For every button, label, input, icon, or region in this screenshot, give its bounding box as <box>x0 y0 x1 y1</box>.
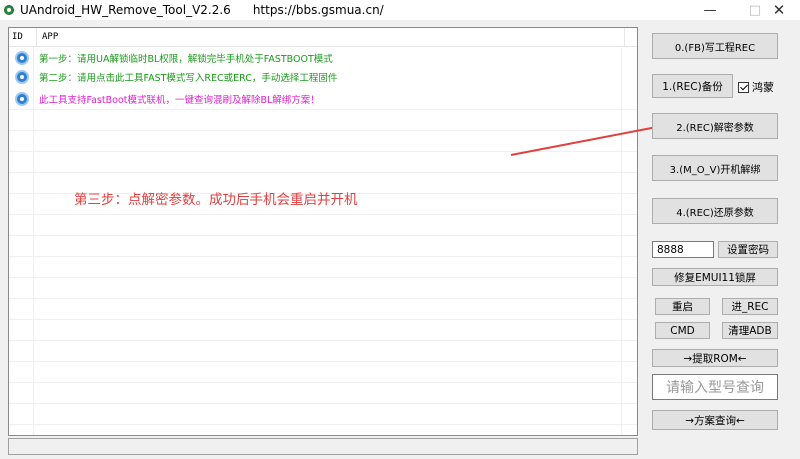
rec-backup-button[interactable]: 1.(REC)备份 <box>652 74 733 98</box>
window-title: UAndroid_HW_Remove_Tool_V2.2.6 <box>20 3 231 17</box>
cmd-button[interactable]: CMD <box>655 322 710 339</box>
status-bar <box>8 438 638 455</box>
list-item[interactable]: 第一步：请用UA解锁临时BL权限，解锁完毕手机处于FASTBOOT模式 <box>9 48 637 67</box>
row-divider <box>9 214 637 215</box>
row-divider <box>9 298 637 299</box>
radio-circle-icon <box>15 91 29 106</box>
list-item[interactable]: 第二步：请用点击此工具FAST模式写入REC或ERC，手动选择工程固件 <box>9 67 637 86</box>
close-button[interactable]: ✕ <box>757 0 800 20</box>
radio-circle-icon <box>15 69 29 84</box>
fix-emui11-button[interactable]: 修复EMUI11锁屏 <box>652 268 778 286</box>
instruction-annotation: 第三步：点解密参数。成功后手机会重启并开机 <box>74 192 358 208</box>
row-divider <box>9 340 637 341</box>
extract-rom-button[interactable]: →提取ROM← <box>652 349 778 367</box>
set-password-button[interactable]: 设置密码 <box>718 241 778 258</box>
rec-decrypt-button[interactable]: 2.(REC)解密参数 <box>652 113 778 139</box>
minimize-button[interactable]: — <box>688 0 732 20</box>
row-divider <box>9 319 637 320</box>
row-divider <box>9 382 637 383</box>
row-divider <box>9 403 637 404</box>
row-divider <box>9 172 637 173</box>
list-item-text: 第一步：请用UA解锁临时BL权限，解锁完毕手机处于FASTBOOT模式 <box>39 53 333 65</box>
rec-restore-button[interactable]: 4.(REC)还原参数 <box>652 198 778 224</box>
row-divider <box>9 109 637 110</box>
app-icon <box>4 5 14 15</box>
row-divider <box>9 361 637 362</box>
window-url: https://bbs.gsmua.cn/ <box>252 3 384 17</box>
model-query-input[interactable]: 请输入型号查询 <box>652 374 778 400</box>
row-divider <box>9 235 637 236</box>
fb-write-rec-button[interactable]: 0.(FB)写工程REC <box>652 33 778 59</box>
title-bar: UAndroid_HW_Remove_Tool_V2.2.6 https://b… <box>0 0 800 20</box>
row-divider <box>9 130 637 131</box>
row-divider <box>9 424 637 425</box>
column-header-app[interactable]: APP <box>37 28 625 46</box>
hongmeng-label: 鸿蒙 <box>752 81 774 94</box>
clear-adb-button[interactable]: 清理ADB <box>722 322 778 339</box>
hongmeng-checkbox-group[interactable]: 鸿蒙 <box>738 79 774 95</box>
row-divider <box>9 151 637 152</box>
hongmeng-checkbox[interactable] <box>738 81 749 93</box>
row-divider <box>9 256 637 257</box>
list-item[interactable]: 此工具支持FastBoot模式联机，一键查询混刷及解除BL解绑方案！ <box>9 89 637 108</box>
list-header: ID APP <box>9 28 637 47</box>
list-item-text: 此工具支持FastBoot模式联机，一键查询混刷及解除BL解绑方案！ <box>39 94 320 106</box>
list-item-text: 第二步：请用点击此工具FAST模式写入REC或ERC，手动选择工程固件 <box>39 72 338 84</box>
reboot-button[interactable]: 重启 <box>655 298 710 315</box>
radio-circle-icon <box>15 50 29 65</box>
column-header-id[interactable]: ID <box>9 28 37 46</box>
mov-unbind-button[interactable]: 3.(M_O_V)开机解绑 <box>652 155 778 181</box>
password-field[interactable]: 8888 <box>652 241 714 258</box>
plan-query-button[interactable]: →方案查询← <box>652 410 778 430</box>
enter-rec-button[interactable]: 进_REC <box>722 298 778 315</box>
row-divider <box>9 277 637 278</box>
app-list[interactable]: ID APP 第一步：请用UA解锁临时BL权限，解锁完毕手机处于FASTBOOT… <box>8 27 638 436</box>
